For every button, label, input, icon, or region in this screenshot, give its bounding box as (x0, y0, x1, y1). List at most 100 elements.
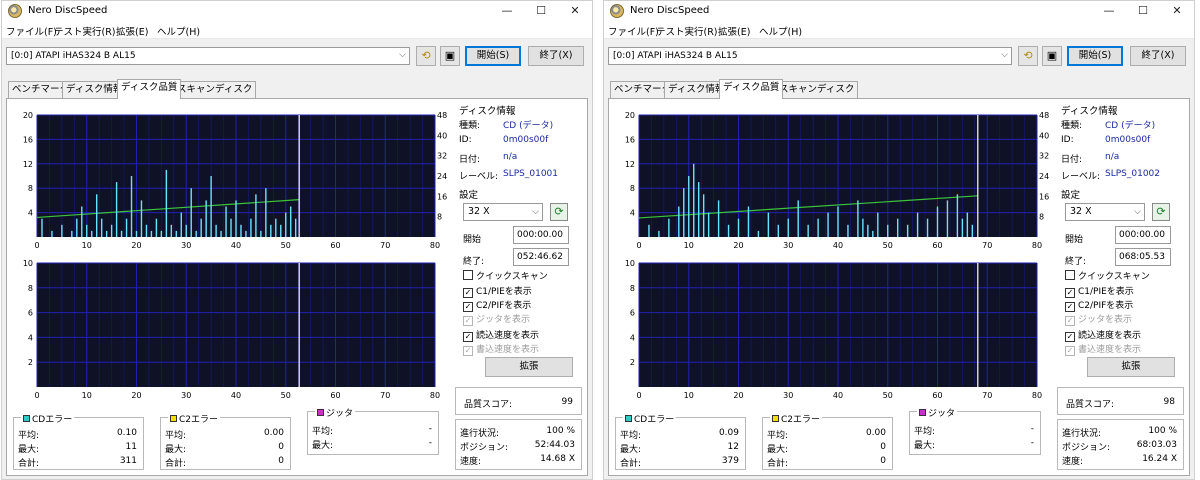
end-position-field[interactable]: 068:05.53 (1115, 248, 1171, 266)
x-tick-label: 20 (131, 241, 141, 250)
menu-extensions[interactable]: 拡張(E) (116, 24, 148, 38)
settings-title: 設定 (459, 190, 479, 201)
show-write-speed-checkbox: ✓ 書込速度を表示 (463, 342, 539, 356)
speed-select[interactable]: 32 X ⌵ (463, 203, 543, 221)
y-tick-label: 4 (28, 333, 33, 342)
menu-file[interactable]: ファイル(F) (6, 24, 57, 38)
disc-label-value: SLPS_01001 (503, 169, 558, 179)
speed-select[interactable]: 32 X ⌵ (1065, 203, 1145, 221)
refresh-speed-button[interactable]: ⟳ (1152, 203, 1170, 221)
disc-type-label: 種類: (1061, 121, 1083, 131)
menu-extensions[interactable]: 拡張(E) (718, 24, 750, 38)
maximize-button[interactable]: ☐ (529, 3, 553, 19)
tab-scan-disc[interactable]: スキャンディスク (173, 81, 257, 98)
progress-box: 進行状況: 100 % ポジション: 52:44.03 速度: 14.68 X (455, 419, 582, 470)
menu-help[interactable]: ヘルプ(H) (157, 24, 200, 38)
speed-label: 速度: (1062, 457, 1084, 467)
c2-max-label: 最大: (165, 445, 187, 455)
quality-score-value: 98 (1163, 397, 1175, 407)
cd-avg-value: 0.09 (718, 428, 739, 438)
start-position-field[interactable]: 000:00.00 (513, 226, 569, 244)
show-read-speed-checkbox[interactable]: ✓ 読込速度を表示 (463, 328, 540, 342)
tab-scan-disc[interactable]: スキャンディスク (775, 81, 859, 98)
end-position-field[interactable]: 052:46.62 (513, 248, 569, 266)
save-icon: ▣ (444, 49, 456, 62)
exit-button[interactable]: 終了(X) (1130, 46, 1186, 66)
x-tick-label: 0 (34, 241, 39, 250)
tab-strip: ベンチマーク ディスク情報 ディスク品質 スキャンディスク (608, 79, 1188, 99)
cd-errors-box: CDエラー 平均: 0.09 最大: 12 合計: 379 (615, 412, 746, 470)
jitter-swatch (919, 409, 926, 416)
start-position-field[interactable]: 000:00.00 (1115, 226, 1171, 244)
checkmark-icon: ✓ (1065, 302, 1075, 312)
show-c1-checkbox[interactable]: ✓ C1/PIEを表示 (463, 284, 532, 298)
c2-errors-title: C2エラー (168, 412, 221, 425)
y-tick-label: 8 (28, 284, 33, 293)
drive-select[interactable]: [0:0] ATAPI iHAS324 B AL15 ⌵ (6, 47, 410, 65)
show-read-speed-label: 読込速度を表示 (476, 331, 540, 341)
save-icon: ▣ (1046, 49, 1058, 62)
disc-quality-page: 4 8 12 16 20 0 10 20 30 40 50 60 70 80 8 16 24 32 40 48 2 4 6 8… (608, 98, 1190, 476)
quality-score-label: 品質スコア: (1066, 400, 1115, 410)
disc-quality-page: 4 8 12 16 20 0 10 20 30 40 50 60 70 80 8 16 24 32 40 48 2 4 6 8… (6, 98, 588, 476)
quality-charts: 481216200 10 20 30 40 50 60 70 80816243240482468… (625, 111, 1049, 400)
quick-scan-checkbox[interactable]: クイックスキャン (463, 269, 548, 282)
cd-max-value: 11 (125, 442, 137, 452)
x-tick-label: 50 (281, 391, 291, 400)
tab-disc-quality[interactable]: ディスク品質 (719, 79, 784, 99)
jitter-box: ジッタ 平均: - 最大: - (909, 406, 1041, 455)
minimize-button[interactable]: — (495, 3, 519, 19)
menu-test-run[interactable]: テスト実行(R) (656, 24, 718, 38)
quick-scan-checkbox[interactable]: クイックスキャン (1065, 269, 1150, 282)
close-button[interactable]: ✕ (563, 3, 587, 19)
disc-type-value: CD (データ) (503, 121, 554, 131)
minimize-button[interactable]: — (1097, 3, 1121, 19)
cd-avg-label: 平均: (620, 431, 642, 441)
start-button[interactable]: 開始(S) (465, 46, 521, 66)
disc-info-toolbar-button[interactable]: ⟲ (416, 46, 436, 66)
checkmark-icon: ✓ (1065, 346, 1075, 356)
menu-test-run[interactable]: テスト実行(R) (54, 24, 116, 38)
checkmark-icon: ✓ (463, 332, 473, 342)
x-tick-label: 50 (883, 241, 893, 250)
c2-max-value: 0 (880, 442, 886, 452)
quick-scan-label: クイックスキャン (1078, 272, 1150, 282)
expand-button[interactable]: 拡張 (485, 357, 573, 377)
y2-tick-label: 40 (437, 131, 447, 140)
show-c2-checkbox[interactable]: ✓ C2/PIFを表示 (463, 298, 532, 312)
tab-disc-quality[interactable]: ディスク品質 (117, 79, 182, 99)
save-toolbar-button[interactable]: ▣ (1042, 46, 1062, 66)
y-tick-label: 12 (23, 160, 33, 169)
checkmark-icon: ✓ (463, 302, 473, 312)
save-toolbar-button[interactable]: ▣ (440, 46, 460, 66)
exit-button[interactable]: 終了(X) (528, 46, 584, 66)
disc-speed-window-2: Nero DiscSpeed — ☐ ✕ ファイル(F) テスト実行(R) 拡張… (603, 0, 1195, 480)
show-read-speed-checkbox[interactable]: ✓ 読込速度を表示 (1065, 328, 1141, 342)
show-c2-checkbox[interactable]: ✓ C2/PIFを表示 (1065, 298, 1133, 312)
c2-total-value: 0 (278, 456, 284, 466)
y-tick-label: 8 (630, 284, 635, 293)
x-tick-label: 80 (1032, 391, 1042, 400)
tab-strip: ベンチマーク ディスク情報 ディスク品質 スキャンディスク (6, 79, 586, 99)
checkmark-icon: ✓ (463, 346, 473, 356)
disc-info-toolbar-button[interactable]: ⟲ (1018, 46, 1038, 66)
menu-help[interactable]: ヘルプ(H) (759, 24, 802, 38)
show-c1-checkbox[interactable]: ✓ C1/PIEを表示 (1065, 284, 1134, 298)
x-tick-label: 10 (684, 241, 694, 250)
show-jitter-label: ジッタを表示 (1078, 315, 1133, 325)
y2-tick-label: 32 (1039, 152, 1049, 161)
menu-file[interactable]: ファイル(F) (608, 24, 659, 38)
expand-button[interactable]: 拡張 (1087, 357, 1175, 377)
c2-errors-box: C2エラー 平均: 0.00 最大: 0 合計: 0 (160, 412, 291, 470)
show-c2-label: C2/PIFを表示 (476, 301, 532, 311)
close-button[interactable]: ✕ (1165, 3, 1189, 19)
jitter-avg-value: - (428, 424, 432, 434)
maximize-button[interactable]: ☐ (1131, 3, 1155, 19)
speed-label: 速度: (460, 457, 482, 467)
checkmark-icon: ✓ (1065, 288, 1075, 298)
speed-select-value: 32 X (1070, 206, 1092, 217)
drive-select[interactable]: [0:0] ATAPI iHAS324 B AL15 ⌵ (608, 47, 1012, 65)
refresh-speed-button[interactable]: ⟳ (550, 203, 568, 221)
jitter-avg-label: 平均: (312, 427, 334, 437)
start-button[interactable]: 開始(S) (1067, 46, 1123, 66)
